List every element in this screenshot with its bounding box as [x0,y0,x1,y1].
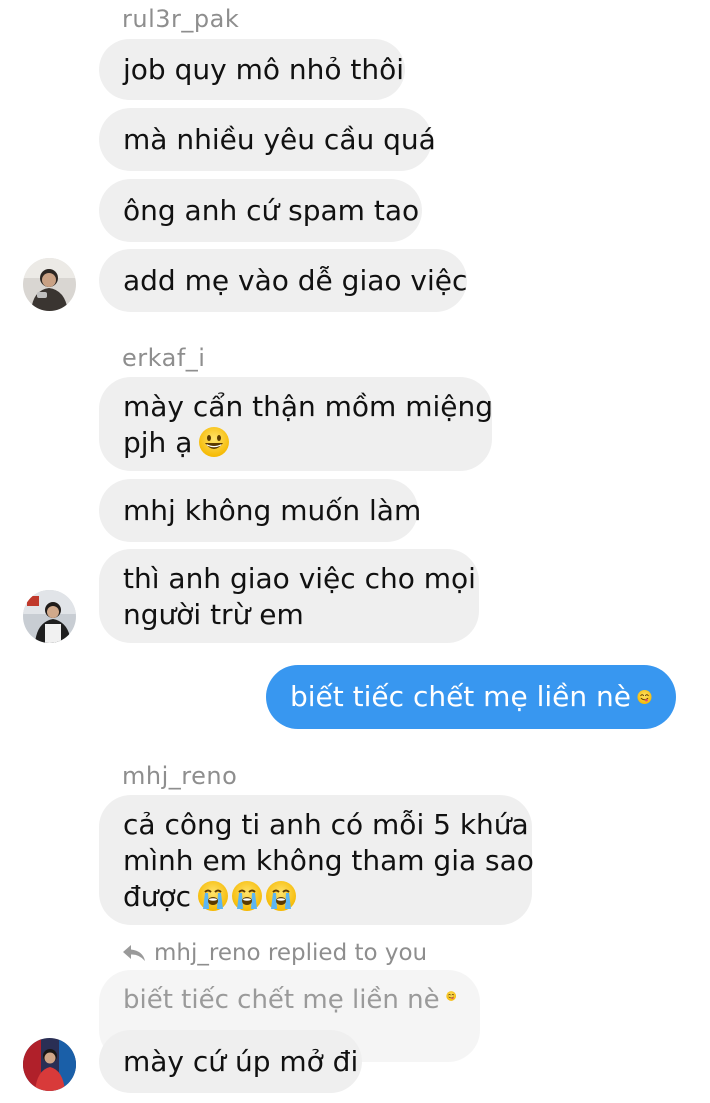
message-bubble[interactable]: thì anh giao việc cho mọi người trừ em [99,549,479,643]
crying-emoji [231,880,263,912]
message-bubble[interactable]: mhj không muốn làm [99,479,422,542]
quoted-text: biết tiếc chết mẹ liền nè [123,985,440,1015]
message-text: người trừ em [123,598,304,631]
avatar[interactable] [23,590,76,643]
sender-name: mhj_reno [122,762,238,790]
yum-emoji [446,982,456,1010]
message-bubble[interactable]: mày cứ úp mở đi [99,1030,362,1093]
message-bubble[interactable]: job quy mô nhỏ thôi [99,39,405,100]
message-text: ông anh cứ spam tao [123,193,420,227]
message-text: add mẹ vào dễ giao việc [123,263,468,297]
message-bubble[interactable]: mà nhiều yêu cầu quá [99,108,436,171]
crying-emoji [265,880,297,912]
message-text: thì anh giao việc cho mọi [123,562,476,595]
yum-emoji [637,681,652,713]
sender-name: rul3r_pak [122,5,240,33]
message-text: pjh ạ [123,426,193,459]
message-text: mày cứ úp mở đi [123,1044,359,1078]
grinning-emoji [198,426,230,458]
message-text: được [123,880,192,913]
message-text: job quy mô nhỏ thôi [123,52,405,86]
sender-name: erkaf_i [122,344,206,372]
reply-note-text: mhj_reno replied to you [154,940,428,966]
message-text: cả công ti anh có mỗi 5 khứa [123,808,529,841]
avatar[interactable] [23,1038,76,1091]
message-bubble[interactable]: cả công ti anh có mỗi 5 khứa mình em khô… [99,795,534,925]
avatar[interactable] [23,258,76,311]
message-text: biết tiếc chết mẹ liền nè [290,680,631,713]
message-bubble[interactable]: add mẹ vào dễ giao việc [99,249,467,312]
reply-arrow-icon [123,945,145,961]
crying-emoji [197,880,229,912]
message-bubble[interactable]: mày cẩn thận mồm miệng pjh ạ [99,377,494,471]
my-message-bubble[interactable]: biết tiếc chết mẹ liền nè [266,665,676,729]
message-text: mà nhiều yêu cầu quá [123,122,436,156]
message-bubble[interactable]: ông anh cứ spam tao [99,179,422,242]
message-text: mình em không tham gia sao [123,844,534,877]
message-text: mày cẩn thận mồm miệng [123,390,494,423]
reply-indicator: mhj_reno replied to you [122,940,427,966]
message-text: mhj không muốn làm [123,493,422,527]
